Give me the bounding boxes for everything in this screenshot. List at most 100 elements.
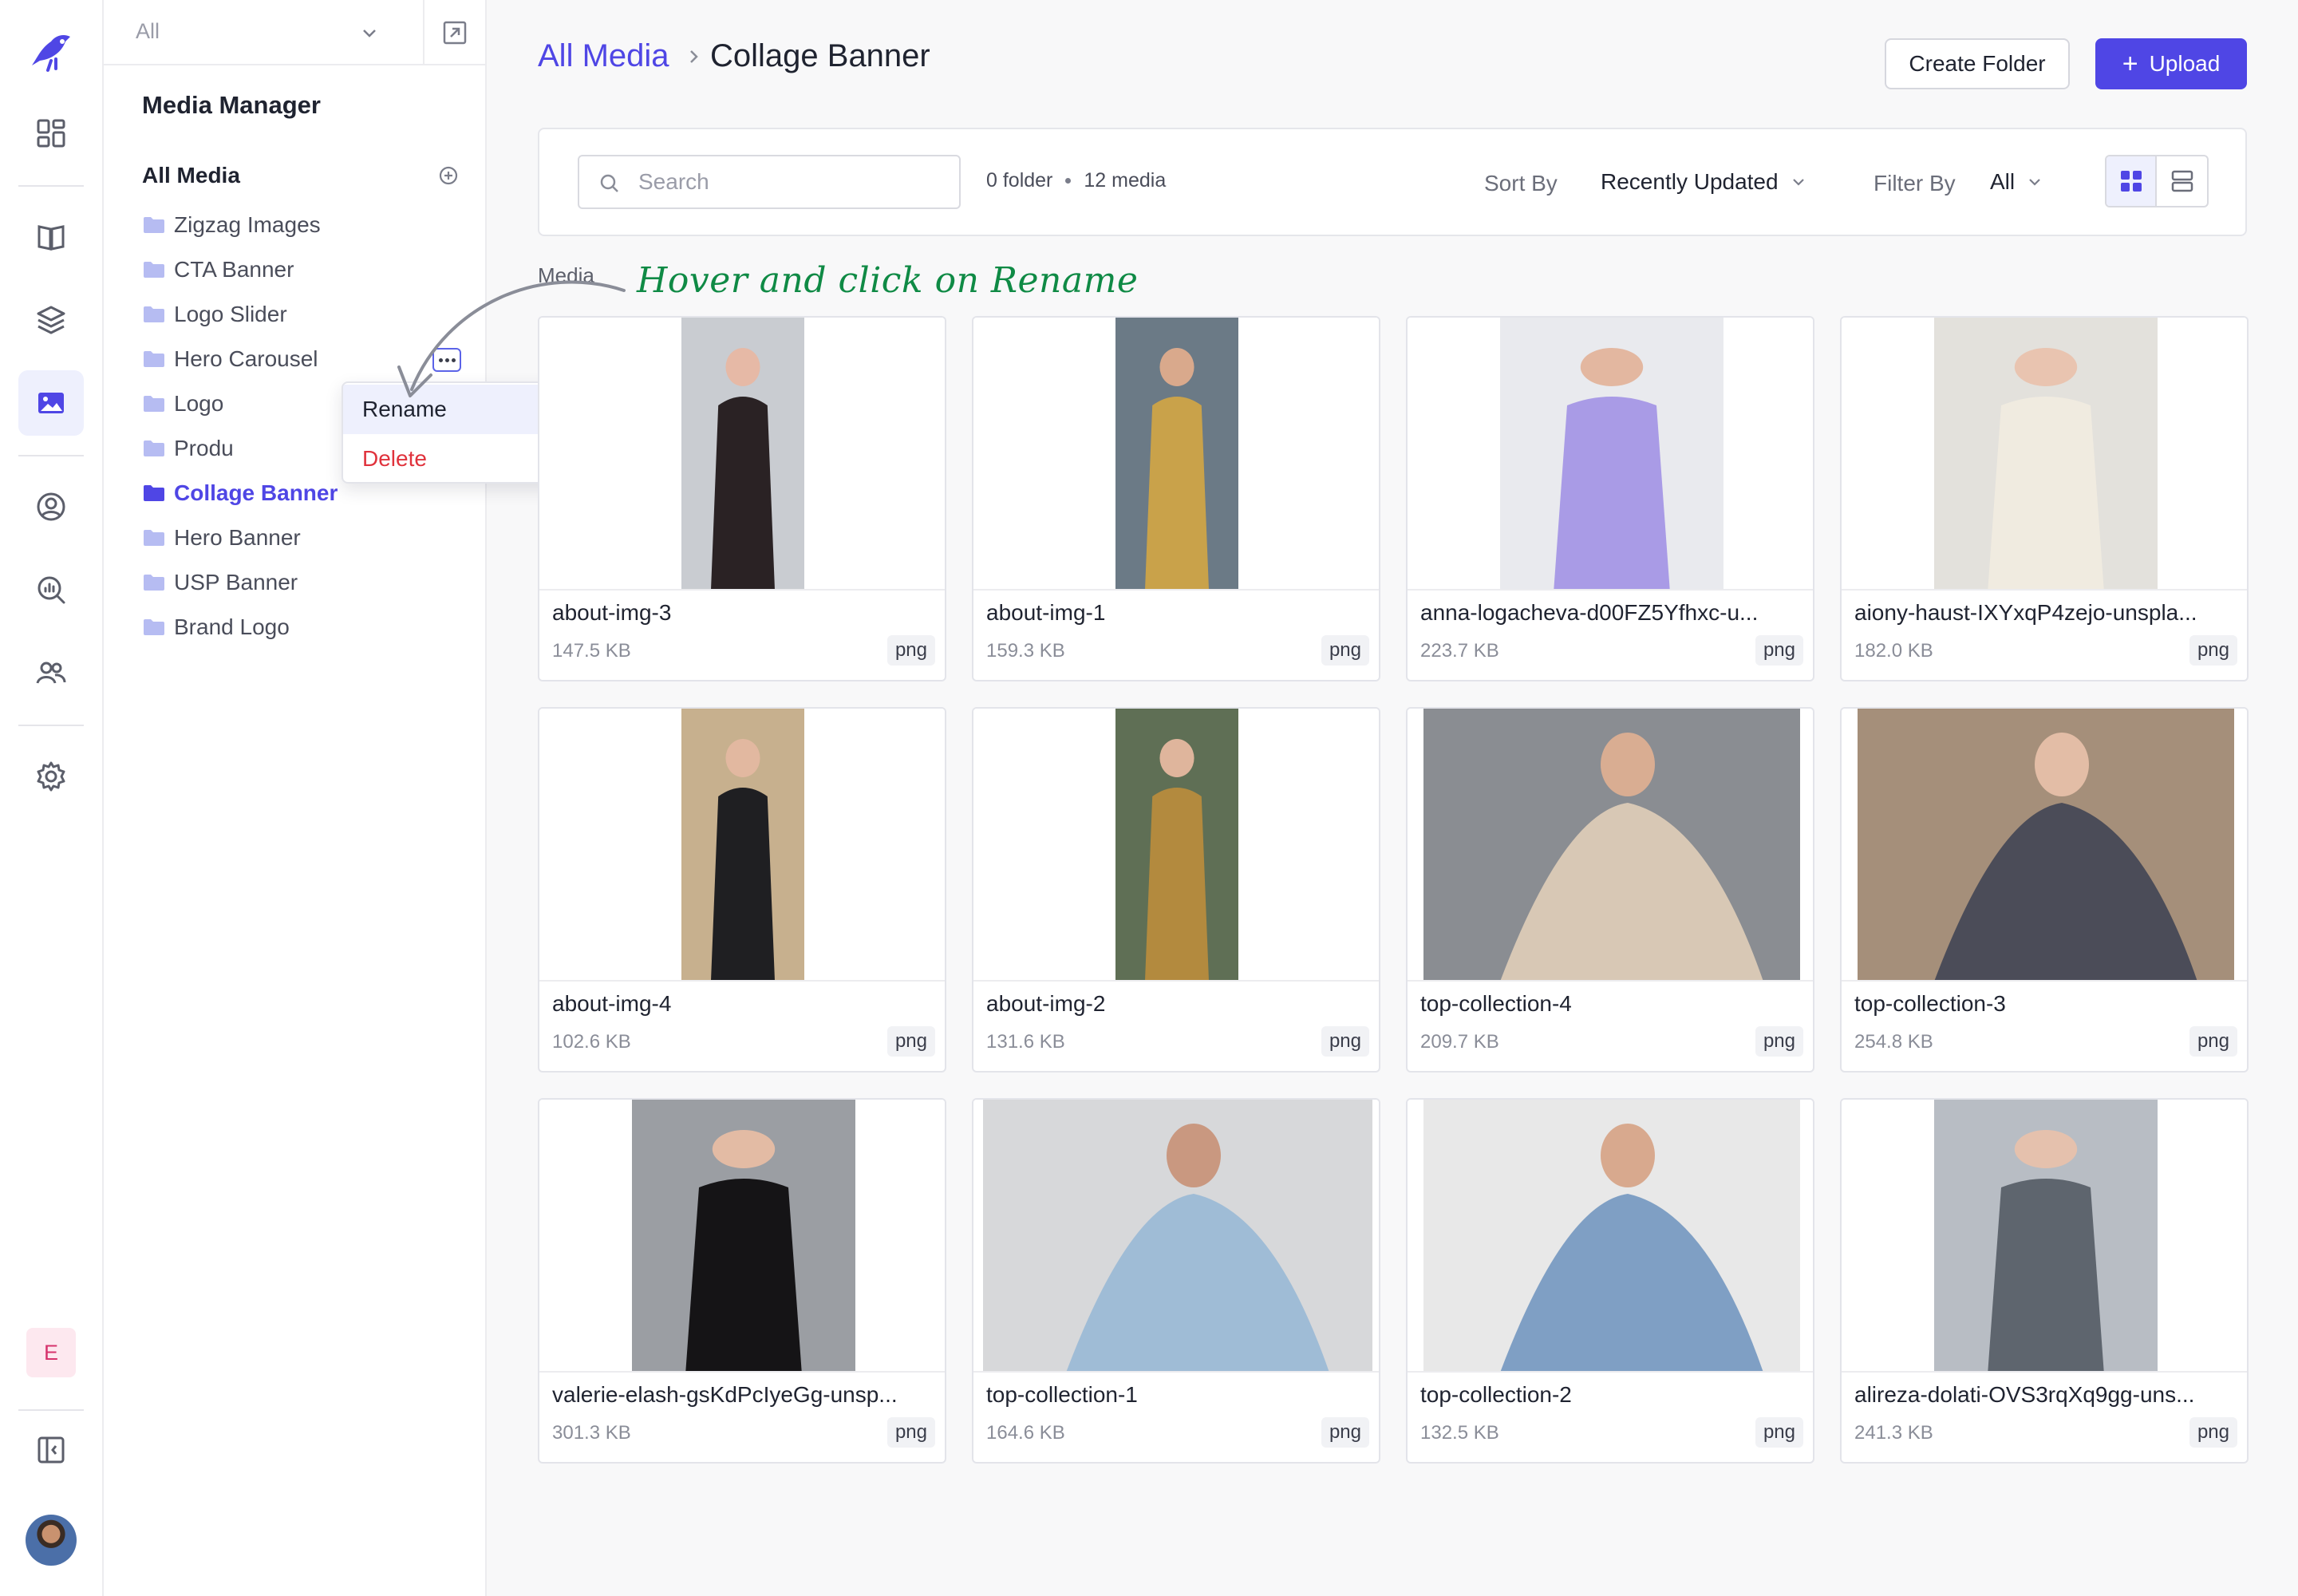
separator-dot [1065, 178, 1072, 184]
media-card[interactable]: about-img-2 131.6 KB png [972, 707, 1380, 1073]
rail-dashboard[interactable] [18, 101, 84, 166]
breadcrumb-root[interactable]: All Media [538, 38, 669, 74]
photo-image [1423, 709, 1800, 980]
bird-logo-icon[interactable] [24, 24, 78, 78]
search-input[interactable] [638, 164, 942, 200]
folder-label: Produ [174, 436, 234, 460]
folder-icon [144, 351, 164, 367]
rail-collapse[interactable] [18, 1417, 84, 1483]
media-card[interactable]: anna-logacheva-d00FZ5Yfhxc-u... 223.7 KB p… [1406, 316, 1814, 681]
media-size: 223.7 KB [1420, 640, 1499, 662]
list-view-button[interactable] [2157, 156, 2207, 206]
rail-pages[interactable] [18, 204, 84, 270]
photo-image [1934, 318, 2158, 589]
avatar[interactable] [26, 1515, 77, 1566]
file-type-badge: png [886, 1026, 935, 1057]
book-icon [38, 225, 65, 251]
rail-customers[interactable] [18, 474, 84, 539]
photo-image [1934, 1100, 2158, 1371]
rail-analytics[interactable] [18, 557, 84, 622]
folder-item[interactable]: Hero Carousel [142, 343, 318, 375]
media-thumbnail[interactable] [539, 709, 945, 982]
media-card[interactable]: about-img-4 102.6 KB png [538, 707, 946, 1073]
add-folder-icon[interactable] [437, 164, 460, 187]
folder-item[interactable]: Hero Banner [142, 522, 301, 554]
media-card[interactable]: valerie-elash-gsKdPcIyeGg-unsp... 301.3 K… [538, 1098, 946, 1464]
folder-item[interactable]: Logo Slider [142, 298, 287, 330]
sidebar-collapse-button[interactable] [423, 0, 485, 65]
media-thumbnail[interactable] [1842, 1100, 2247, 1373]
file-type-badge: png [1321, 635, 1369, 666]
folder-label: Logo Slider [174, 302, 287, 326]
media-name: top-collection-1 [986, 1382, 1138, 1407]
media-card[interactable]: top-collection-1 164.6 KB png [972, 1098, 1380, 1464]
sort-select[interactable]: Recently Updated [1601, 169, 1807, 195]
sidebar-filter-select[interactable]: All [136, 19, 160, 44]
media-thumbnail[interactable] [1408, 709, 1813, 982]
rail-content[interactable] [18, 287, 84, 353]
folder-item[interactable]: Collage Banner [142, 477, 338, 509]
user-circle-icon [37, 492, 65, 521]
media-thumbnail[interactable] [539, 318, 945, 591]
chevron-right-icon [690, 50, 698, 63]
upload-button[interactable]: + Upload [2095, 38, 2247, 89]
folder-item[interactable]: Logo [142, 388, 223, 420]
media-thumbnail[interactable] [973, 1100, 1379, 1373]
icon-rail: E [0, 0, 104, 1596]
media-name: top-collection-4 [1420, 991, 1572, 1016]
folder-icon [144, 217, 164, 233]
folder-item[interactable]: Zigzag Images [142, 209, 321, 241]
rail-media[interactable] [18, 370, 84, 436]
filter-select[interactable]: All [1990, 169, 2043, 195]
photo-image [1115, 318, 1238, 589]
dashboard-icon [37, 119, 65, 148]
media-card[interactable]: top-collection-4 209.7 KB png [1406, 707, 1814, 1073]
folder-icon [144, 440, 164, 456]
rail-divider [18, 725, 84, 726]
media-thumbnail[interactable] [539, 1100, 945, 1373]
grid-view-button[interactable] [2106, 156, 2158, 206]
folder-item[interactable]: Produ [142, 433, 234, 464]
media-size: 147.5 KB [552, 640, 631, 662]
chevron-down-icon[interactable] [359, 22, 380, 43]
folder-icon [144, 306, 164, 322]
folder-icon [144, 619, 164, 635]
image-icon [38, 393, 64, 413]
filter-label: Filter By [1874, 171, 1956, 196]
media-name: about-img-1 [986, 600, 1106, 625]
media-thumbnail[interactable] [1408, 318, 1813, 591]
folder-item[interactable]: USP Banner [142, 567, 298, 598]
create-folder-button[interactable]: Create Folder [1885, 38, 2070, 89]
media-card[interactable]: top-collection-3 254.8 KB png [1840, 707, 2249, 1073]
file-type-badge: png [886, 1417, 935, 1448]
annotation-text: Hover and click on Rename [637, 260, 1139, 301]
media-card[interactable]: alireza-dolati-OVS3rqXq9gg-uns... 241.3 K… [1840, 1098, 2249, 1464]
media-name: valerie-elash-gsKdPcIyeGg-unsp... [552, 1382, 898, 1407]
environment-badge[interactable]: E [26, 1328, 76, 1377]
media-thumbnail[interactable] [973, 709, 1379, 982]
folder-more-button[interactable] [432, 348, 461, 372]
folder-icon [144, 485, 164, 501]
media-card[interactable]: about-img-1 159.3 KB png [972, 316, 1380, 681]
media-thumbnail[interactable] [1842, 318, 2247, 591]
main-content: All Media Collage Banner Create Folder +… [487, 0, 2298, 1596]
rail-team[interactable] [18, 640, 84, 705]
media-thumbnail[interactable] [973, 318, 1379, 591]
media-card[interactable]: aiony-haust-IXYxqP4zejo-unspla... 182.0 K… [1840, 316, 2249, 681]
folder-label: Brand Logo [174, 614, 290, 639]
media-name: alireza-dolati-OVS3rqXq9gg-uns... [1854, 1382, 2195, 1407]
folder-icon [144, 396, 164, 412]
folder-item[interactable]: Brand Logo [142, 611, 290, 643]
media-thumbnail[interactable] [1842, 709, 2247, 982]
folder-item[interactable]: CTA Banner [142, 254, 294, 286]
all-media-link[interactable]: All Media [142, 163, 240, 188]
media-thumbnail[interactable] [1408, 1100, 1813, 1373]
media-card[interactable]: top-collection-2 132.5 KB png [1406, 1098, 1814, 1464]
rail-settings[interactable] [18, 744, 84, 809]
media-size: 209.7 KB [1420, 1031, 1499, 1053]
gear-icon [37, 761, 65, 792]
analytics-icon [38, 576, 65, 604]
search-field[interactable] [578, 155, 961, 209]
media-toolbar: 0 folder 12 media Sort By Recently Updat… [538, 128, 2247, 236]
media-card[interactable]: about-img-3 147.5 KB png [538, 316, 946, 681]
